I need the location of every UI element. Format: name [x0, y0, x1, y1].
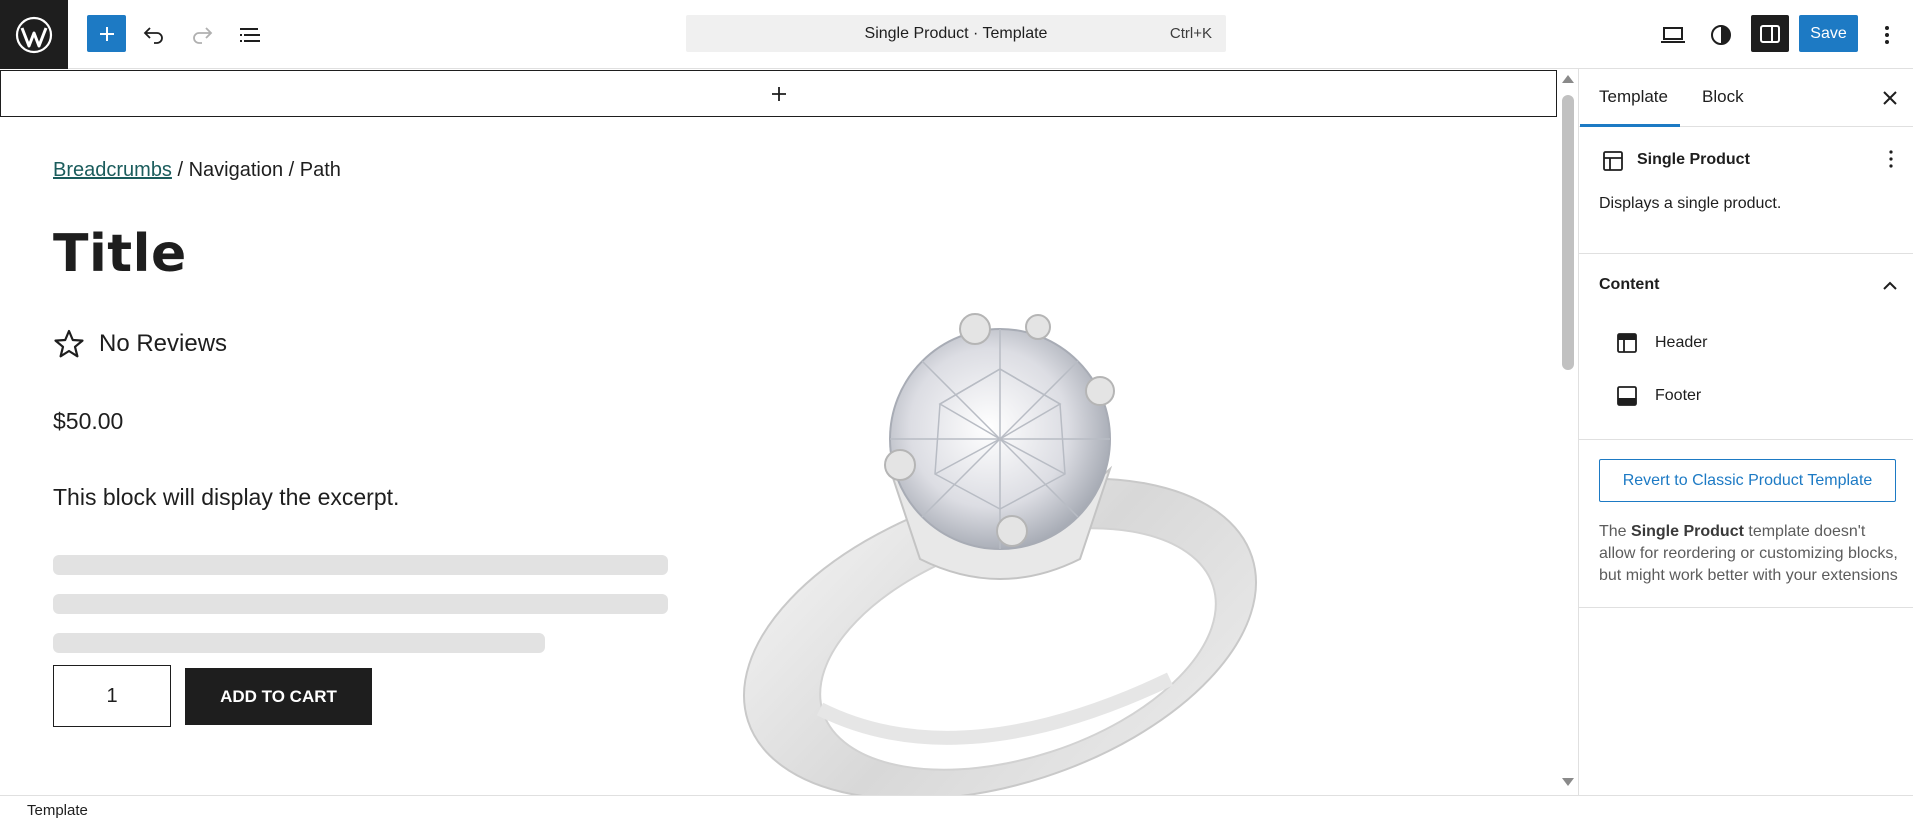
template-part-label: Header [1655, 334, 1708, 351]
more-vertical-icon[interactable] [1879, 147, 1903, 171]
editor-toolbar: Single Product · Template Ctrl+K Save [0, 0, 1913, 69]
device-preview-button[interactable] [1654, 17, 1692, 53]
revert-note: The Single Product template doesn't allo… [1599, 521, 1899, 587]
save-button[interactable]: Save [1799, 15, 1858, 52]
content-panel-title[interactable]: Content [1599, 276, 1659, 294]
product-price[interactable]: $50.00 [53, 408, 123, 435]
reviews-label: No Reviews [99, 330, 228, 357]
list-view-icon [240, 28, 260, 42]
content-panel: Content Header Footer [1579, 254, 1913, 440]
editor-footer: Template [0, 795, 1913, 821]
redo-button[interactable] [183, 17, 221, 53]
note-bold: Single Product [1631, 523, 1744, 540]
template-part-footer[interactable]: Footer [1615, 379, 1701, 413]
undo-button[interactable] [135, 17, 173, 53]
revert-classic-template-button[interactable]: Revert to Classic Product Template [1599, 459, 1896, 502]
close-icon[interactable] [1879, 87, 1901, 109]
redo-icon [193, 27, 213, 44]
settings-sidebar-toggle[interactable] [1751, 15, 1789, 52]
list-view-button[interactable] [231, 17, 269, 53]
product-image[interactable] [700, 239, 1300, 795]
breadcrumbs-path: / Navigation / Path [171, 159, 341, 181]
add-to-cart-button[interactable]: ADD TO CART [185, 668, 372, 725]
chevron-up-icon[interactable] [1878, 274, 1902, 298]
sidebar-icon [1760, 24, 1780, 43]
breadcrumbs-link[interactable]: Breadcrumbs [53, 159, 172, 181]
block-inserter-button[interactable] [87, 15, 126, 52]
undo-icon [143, 27, 163, 44]
plus-icon [99, 26, 114, 41]
canvas-scrollbar[interactable] [1558, 69, 1578, 795]
scroll-down-arrow[interactable] [1562, 778, 1574, 786]
header-icon [1617, 333, 1637, 353]
skeleton-line [53, 594, 668, 614]
styles-button[interactable] [1702, 17, 1740, 53]
revert-panel: Revert to Classic Product Template The S… [1579, 440, 1913, 608]
scroll-up-arrow[interactable] [1562, 75, 1574, 83]
document-title: Single Product · Template [864, 24, 1048, 42]
quantity-input[interactable]: 1 [53, 665, 171, 727]
sidebar-tabs: Template Block [1579, 69, 1913, 127]
wordpress-icon [15, 16, 53, 53]
more-vertical-icon [1885, 26, 1889, 44]
star-icon [54, 329, 84, 358]
settings-sidebar: Template Block Single Product Displays a… [1578, 69, 1913, 795]
product-rating[interactable]: No Reviews [53, 328, 227, 360]
template-part-header[interactable]: Header [1615, 326, 1707, 360]
command-shortcut: Ctrl+K [1169, 25, 1212, 42]
product-excerpt[interactable]: This block will display the excerpt. [53, 484, 399, 511]
footer-icon [1617, 386, 1637, 406]
plus-icon [771, 86, 786, 101]
skeleton-line [53, 555, 668, 575]
wordpress-logo[interactable] [0, 0, 68, 69]
tab-template[interactable]: Template [1599, 87, 1668, 107]
tab-block[interactable]: Block [1702, 87, 1744, 107]
layout-icon [1603, 151, 1623, 171]
header-block-appender[interactable] [0, 70, 1557, 117]
command-palette-bar[interactable]: Single Product · Template Ctrl+K [686, 15, 1226, 52]
skeleton-line [53, 633, 545, 653]
scroll-thumb[interactable] [1562, 95, 1574, 370]
contrast-icon [1711, 25, 1731, 45]
note-prefix: The [1599, 523, 1632, 540]
template-part-label: Footer [1655, 387, 1702, 404]
options-button[interactable] [1868, 17, 1906, 53]
template-card: Single Product Displays a single product… [1579, 127, 1913, 254]
block-breadcrumb[interactable]: Template [27, 802, 88, 819]
breadcrumbs-block[interactable]: Breadcrumbs / Navigation / Path [53, 159, 341, 182]
editor-canvas: Breadcrumbs / Navigation / Path Title No… [0, 69, 1578, 795]
desktop-view-icon [1661, 27, 1685, 43]
product-title[interactable]: Title [53, 224, 187, 284]
template-card-description: Displays a single product. [1599, 195, 1782, 212]
template-card-title: Single Product [1637, 151, 1750, 168]
